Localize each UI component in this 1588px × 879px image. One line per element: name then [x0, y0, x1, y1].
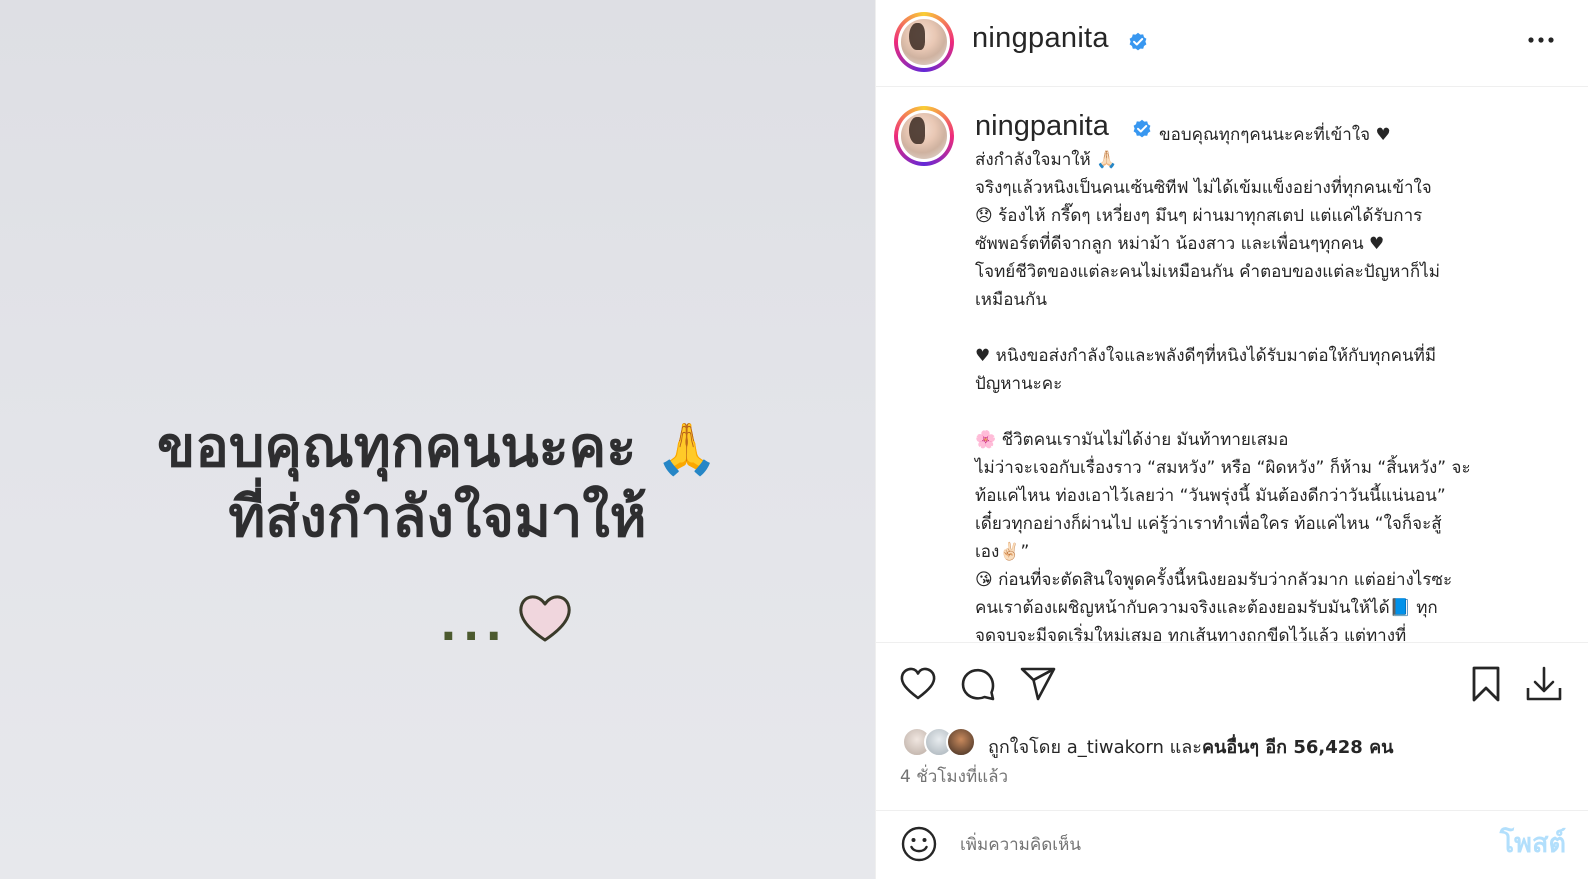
others-link[interactable]: คนอื่นๆ อีก 56,428 คน	[1202, 737, 1393, 758]
comment-input[interactable]	[960, 827, 1460, 863]
header-username[interactable]: ningpanita	[972, 22, 1109, 55]
comment-icon[interactable]	[958, 664, 998, 704]
verified-badge-icon	[1129, 32, 1147, 51]
liker-username[interactable]: a_tiwakorn	[1067, 737, 1164, 758]
caption-text: ส่งกำลังใจมาให้ 🙏🏻 จริงๆแล้วหนิงเป็นคนเซ…	[975, 150, 1471, 643]
likes-text: ถูกใจโดย a_tiwakorn และคนอื่นๆ อีก 56,42…	[988, 737, 1394, 758]
image-dots: ...	[440, 600, 509, 651]
caption-first-line: ขอบคุณทุกๆคนนะคะที่เข้าใจ ♥	[1159, 125, 1391, 145]
post-comment-button[interactable]: โพสต์	[1476, 821, 1566, 861]
heart-icon[interactable]	[898, 664, 938, 704]
avatar[interactable]	[894, 12, 954, 72]
caption-username[interactable]: ningpanita	[975, 110, 1109, 143]
pray-emoji-icon: 🙏	[655, 420, 719, 478]
bookmark-icon[interactable]	[1466, 664, 1506, 704]
image-text-line-2: ที่ส่งกำลังใจมาให้	[228, 485, 647, 550]
verified-badge-icon	[1133, 119, 1151, 138]
likes-row: ถูกใจโดย a_tiwakorn และคนอื่นๆ อีก 56,42…	[902, 727, 1582, 759]
send-icon[interactable]	[1018, 664, 1058, 704]
post-side-panel: ningpanita ningpanita ขอบคุณทุกๆคนนะคะที…	[875, 0, 1588, 879]
action-bar	[876, 660, 1588, 710]
download-icon[interactable]	[1524, 664, 1564, 704]
more-horizontal-icon[interactable]	[1526, 30, 1556, 50]
post-image: ขอบคุณทุกคนนะคะ 🙏 ที่ส่งกำลังใจมาให้ ...	[0, 0, 875, 879]
emoji-icon[interactable]	[900, 825, 938, 863]
caption-area: ningpanita ขอบคุณทุกๆคนนะคะที่เข้าใจ ♥ ส…	[876, 88, 1588, 643]
heart-doodle-icon	[519, 595, 571, 642]
liker-avatar[interactable]	[946, 727, 976, 757]
post-timestamp[interactable]: 4 ชั่วโมงที่แล้ว	[900, 763, 1008, 790]
post-header: ningpanita	[876, 0, 1588, 87]
comment-bar: โพสต์	[876, 810, 1588, 879]
caption-avatar[interactable]	[894, 106, 954, 166]
